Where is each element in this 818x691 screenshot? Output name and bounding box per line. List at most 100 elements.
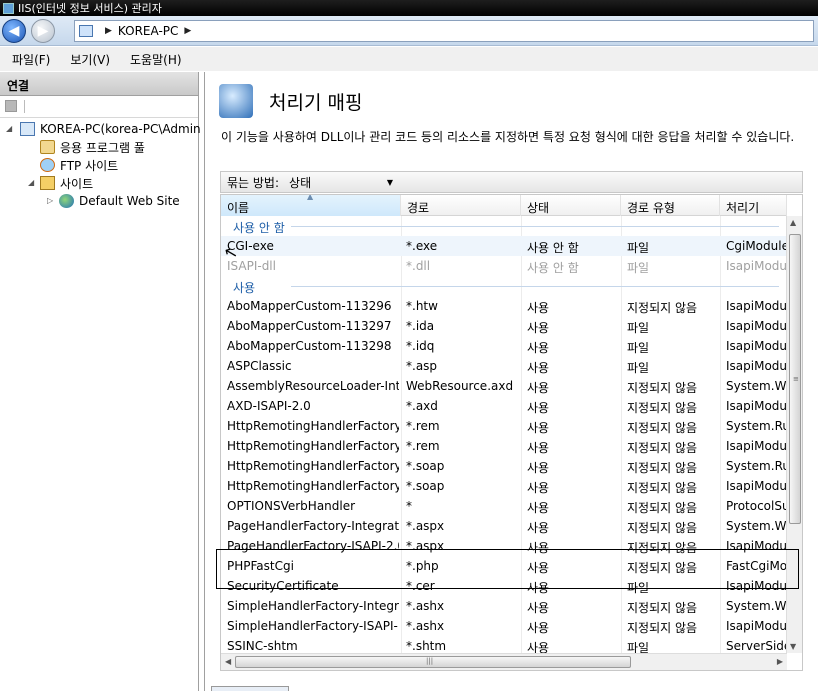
table-row[interactable]: HttpRemotingHandlerFactory... *.rem 사용 지정되지… — [221, 436, 787, 456]
connect-icon[interactable] — [5, 100, 17, 112]
group-label: 사용 안 함 — [233, 219, 289, 236]
scroll-right-icon[interactable]: ▶ — [777, 657, 783, 666]
cell-path: *.aspx — [406, 519, 445, 533]
table-row[interactable]: AboMapperCustom-113296 *.htw 사용 지정되지 않음 Isap… — [221, 296, 787, 316]
vertical-scrollbar[interactable]: ▲ ≡ ▼ — [786, 216, 802, 653]
table-row[interactable]: HttpRemotingHandlerFactory... *.rem 사용 지정되지… — [221, 416, 787, 436]
cell-path: *.ida — [406, 319, 435, 333]
cell-state: 사용 — [527, 341, 550, 355]
cell-handler: IsapiModul — [726, 579, 787, 593]
cell-path: * — [406, 499, 412, 513]
expand-icon[interactable]: ▷ — [47, 196, 53, 205]
cell-name: OPTIONSVerbHandler — [227, 499, 356, 513]
tree-node-default-web-site[interactable]: Default Web Site — [59, 192, 180, 210]
table-row[interactable]: AXD-ISAPI-2.0 *.axd 사용 지정되지 않음 IsapiModul — [221, 396, 787, 416]
tree-node-label: 응용 프로그램 풀 — [60, 140, 145, 155]
table-row[interactable]: CGI-exe *.exe 사용 안 함 파일 CgiModule — [221, 236, 787, 256]
cell-state: 사용 — [527, 481, 550, 495]
cell-path-type: 지정되지 않음 — [627, 561, 698, 575]
horizontal-scroll-thumb[interactable]: ||| — [235, 656, 631, 668]
cell-path-type: 지정되지 않음 — [627, 301, 698, 315]
column-header-name[interactable]: ▲ 이름 — [221, 195, 401, 216]
grip-icon: ||| — [426, 657, 434, 665]
grip-icon: ≡ — [793, 375, 799, 383]
table-row[interactable]: AboMapperCustom-113297 *.ida 사용 파일 IsapiModu… — [221, 316, 787, 336]
tree-node-label: FTP 사이트 — [60, 158, 119, 173]
cell-handler: System.Run — [726, 459, 787, 473]
cell-path: *.idq — [406, 339, 435, 353]
cell-path-type: 파일 — [627, 361, 650, 375]
group-divider — [291, 226, 779, 227]
breadcrumb-server[interactable]: KOREA-PC — [118, 24, 178, 38]
cell-handler: IsapiModul — [726, 479, 787, 493]
table-row[interactable]: ISAPI-dll *.dll 사용 안 함 파일 IsapiModul — [221, 256, 787, 276]
navigation-bar: ◀ ▶ ▶ KOREA-PC ▶ — [0, 16, 818, 46]
menu-file[interactable]: 파일(F) — [12, 51, 50, 68]
iis-app-icon — [3, 2, 14, 14]
table-row[interactable]: PHPFastCgi *.php 사용 지정되지 않음 FastCgiMo — [221, 556, 787, 576]
cell-name: HttpRemotingHandlerFactory... — [227, 419, 399, 433]
vertical-scroll-thumb[interactable]: ≡ — [789, 234, 801, 524]
handler-mappings-panel: 처리기 매핑 이 기능을 사용하여 DLL이나 관리 코드 등의 리소스를 지정… — [204, 72, 818, 691]
group-header[interactable]: 사용 — [221, 276, 787, 296]
group-by-label: 묶는 방법: — [227, 175, 280, 190]
scroll-up-icon[interactable]: ▲ — [790, 218, 796, 227]
tree-node-sites[interactable]: 사이트 — [40, 174, 93, 192]
group-label: 사용 — [233, 279, 260, 296]
cell-name: AboMapperCustom-113296 — [227, 299, 392, 313]
cell-name: PageHandlerFactory-Integrated — [227, 519, 399, 533]
collapse-icon[interactable]: ◢ — [6, 124, 12, 133]
tree-node-app-pools[interactable]: 응용 프로그램 풀 — [40, 138, 145, 156]
computer-icon — [79, 25, 93, 37]
column-header-path-type[interactable]: 경로 유형 — [621, 195, 720, 216]
cell-state: 사용 — [527, 561, 550, 575]
cell-path-type: 지정되지 않음 — [627, 501, 698, 515]
title-bar: IIS(인터넷 정보 서비스) 관리자 — [0, 0, 818, 16]
table-row[interactable]: AboMapperCustom-113298 *.idq 사용 파일 IsapiModu… — [221, 336, 787, 356]
back-button[interactable]: ◀ — [2, 19, 26, 43]
cell-state: 사용 — [527, 521, 550, 535]
cell-path: *.aspx — [406, 539, 445, 553]
column-header-state[interactable]: 상태 — [521, 195, 621, 216]
sort-ascending-icon: ▲ — [307, 194, 314, 201]
menu-view[interactable]: 보기(V) — [70, 51, 110, 68]
cell-name: HttpRemotingHandlerFactory... — [227, 459, 399, 473]
horizontal-scrollbar[interactable]: ◀ ||| ▶ — [221, 653, 787, 670]
table-row[interactable]: SimpleHandlerFactory-ISAPI-... *.ashx 사용 지정… — [221, 616, 787, 636]
table-row[interactable]: PageHandlerFactory-Integrated *.aspx 사용 지정되… — [221, 516, 787, 536]
tree-node-ftp-sites[interactable]: FTP 사이트 — [40, 156, 118, 174]
computer-icon — [20, 122, 35, 136]
group-by-dropdown[interactable]: 상태 ▼ — [285, 173, 397, 191]
cell-handler: IsapiModul — [726, 259, 787, 273]
table-row[interactable]: ASPClassic *.asp 사용 파일 IsapiModul — [221, 356, 787, 376]
table-row[interactable]: SimpleHandlerFactory-Integra... *.ashx 사용 지… — [221, 596, 787, 616]
cell-path-type: 지정되지 않음 — [627, 381, 698, 395]
cell-state: 사용 — [527, 601, 550, 615]
address-bar[interactable]: ▶ KOREA-PC ▶ — [74, 20, 814, 42]
column-header-handler[interactable]: 처리기 — [720, 195, 787, 216]
cell-state: 사용 — [527, 401, 550, 415]
cell-path-type: 파일 — [627, 341, 650, 355]
table-row[interactable]: PageHandlerFactory-ISAPI-2.0 *.aspx 사용 지정되지… — [221, 536, 787, 556]
group-header[interactable]: 사용 안 함 — [221, 216, 787, 236]
features-view-tab[interactable] — [211, 686, 289, 691]
menu-help[interactable]: 도움말(H) — [130, 51, 182, 68]
collapse-icon[interactable]: ◢ — [28, 178, 34, 187]
forward-button[interactable]: ▶ — [31, 19, 55, 43]
table-row[interactable]: SecurityCertificate *.cer 사용 파일 IsapiModul — [221, 576, 787, 596]
cell-name: ISAPI-dll — [227, 259, 276, 273]
cell-handler: IsapiModul — [726, 619, 787, 633]
tree-node-server[interactable]: KOREA-PC(korea-PC\Admin — [20, 120, 201, 138]
table-row[interactable]: AssemblyResourceLoader-Inte... WebResourc… — [221, 376, 787, 396]
table-row[interactable]: HttpRemotingHandlerFactory... *.soap 사용 지정되… — [221, 476, 787, 496]
cell-path: *.exe — [406, 239, 438, 253]
column-header-path[interactable]: 경로 — [401, 195, 521, 216]
table-row[interactable]: OPTIONSVerbHandler * 사용 지정되지 않음 ProtocolSu — [221, 496, 787, 516]
connections-toolbar — [0, 96, 198, 118]
cell-path-type: 파일 — [627, 321, 650, 335]
cell-path: *.ashx — [406, 599, 445, 613]
scroll-left-icon[interactable]: ◀ — [225, 657, 231, 666]
breadcrumb-separator-icon[interactable]: ▶ — [184, 26, 191, 36]
table-row[interactable]: HttpRemotingHandlerFactory... *.soap 사용 지정되… — [221, 456, 787, 476]
scroll-down-icon[interactable]: ▼ — [790, 642, 796, 651]
